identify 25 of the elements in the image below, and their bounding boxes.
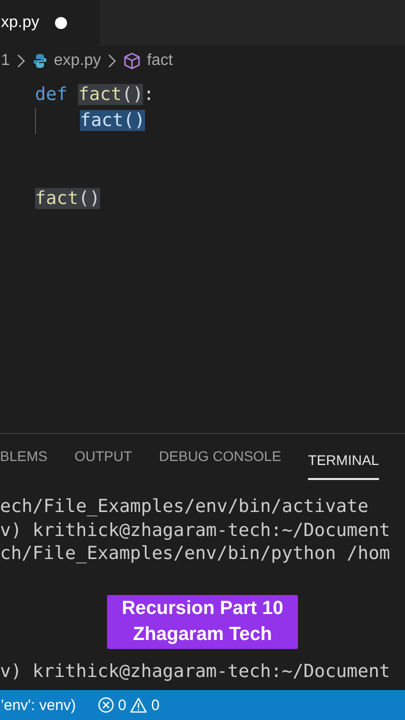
chevron-icon [16,54,26,68]
code-line: fact() [35,108,146,134]
code-line: def fact(): [35,83,154,107]
panel-tab[interactable]: TERMINAL [308,442,379,480]
panel-tab[interactable]: DEBUG CONSOLE [159,434,282,480]
interpreter-status[interactable]: 'env': venv) [1,696,76,714]
warning-icon [130,697,148,713]
chevron-icon [107,54,118,68]
panel-tab[interactable]: BLEMS [0,434,48,480]
terminal-line: ch/File_Examples/env/bin/python /hom [0,542,390,566]
video-caption: Recursion Part 10 Zhagaram Tech [107,595,298,649]
terminal-line: ech/File_Examples/env/bin/activate [0,495,368,518]
error-count[interactable]: 0 [118,696,126,714]
code-line: fact() [35,187,100,211]
error-icon [98,697,114,713]
panel-tab[interactable]: OUTPUT [74,434,132,480]
breadcrumb-item[interactable]: 1 [1,52,10,70]
cube-icon [123,52,142,70]
breadcrumb-item[interactable]: exp.py [54,52,102,70]
terminal-line: v) krithick@zhagaram-tech:~/Document [0,660,390,683]
python-icon [32,53,48,69]
editor-tab[interactable]: xp.py [0,0,100,46]
terminal-line: v) krithick@zhagaram-tech:~/Document [0,518,390,542]
warning-count[interactable]: 0 [151,696,160,714]
breadcrumb-item[interactable]: fact [147,52,173,70]
